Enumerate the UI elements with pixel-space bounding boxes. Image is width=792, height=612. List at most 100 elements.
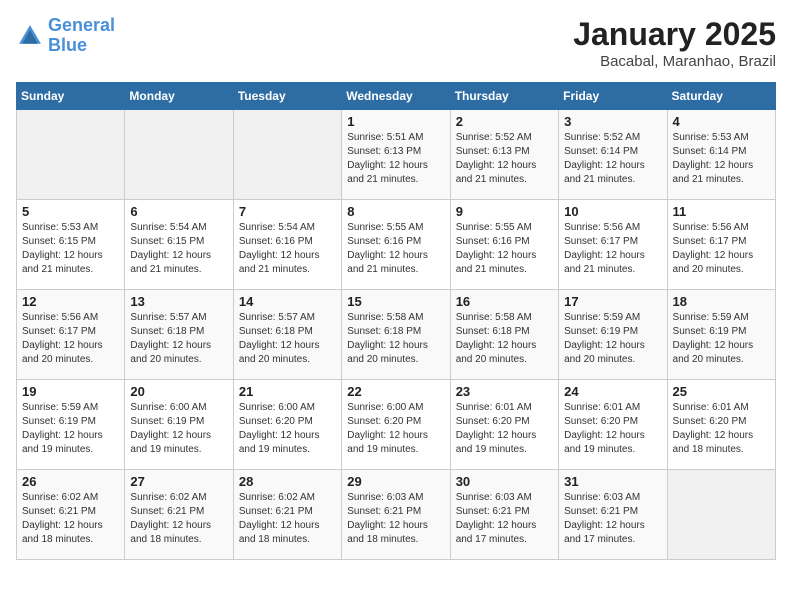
day-number: 29 <box>347 474 444 489</box>
day-info: Sunrise: 6:00 AM Sunset: 6:19 PM Dayligh… <box>130 401 227 457</box>
day-number: 28 <box>239 474 336 489</box>
day-info: Sunrise: 6:02 AM Sunset: 6:21 PM Dayligh… <box>22 491 119 547</box>
day-number: 13 <box>130 294 227 309</box>
day-number: 8 <box>347 204 444 219</box>
calendar-cell: 24 Sunrise: 6:01 AM Sunset: 6:20 PM Dayli… <box>559 380 667 470</box>
calendar-cell: 22Sunrise: 6:00 AM Sunset: 6:20 PM Dayli… <box>342 380 450 470</box>
calendar-cell: 2 Sunrise: 5:52 AM Sunset: 6:13 PM Daylig… <box>450 110 558 200</box>
day-number: 30 <box>456 474 553 489</box>
calendar-cell: 31 Sunrise: 6:03 AM Sunset: 6:21 PM Dayli… <box>559 470 667 560</box>
day-info: Sunrise: 5:56 AM Sunset: 6:17 PM Dayligh… <box>22 311 119 367</box>
day-number: 12 <box>22 294 119 309</box>
calendar-cell: 3 Sunrise: 5:52 AM Sunset: 6:14 PM Daylig… <box>559 110 667 200</box>
day-info: Sunrise: 5:52 AM Sunset: 6:14 PM Dayligh… <box>564 131 661 187</box>
day-number: 6 <box>130 204 227 219</box>
location: Bacabal, Maranhao, Brazil <box>573 53 776 70</box>
day-number: 16 <box>456 294 553 309</box>
calendar-cell <box>17 110 125 200</box>
day-info: Sunrise: 6:00 AM Sunset: 6:20 PM Dayligh… <box>239 401 336 457</box>
day-number: 20 <box>130 384 227 399</box>
calendar-cell: 15 Sunrise: 5:58 AM Sunset: 6:18 PM Dayli… <box>342 290 450 380</box>
calendar-week: 26Sunrise: 6:02 AM Sunset: 6:21 PM Dayli… <box>17 470 776 560</box>
day-info: Sunrise: 5:55 AM Sunset: 6:16 PM Dayligh… <box>347 221 444 277</box>
day-info: Sunrise: 5:59 AM Sunset: 6:19 PM Dayligh… <box>564 311 661 367</box>
day-info: Sunrise: 6:03 AM Sunset: 6:21 PM Dayligh… <box>564 491 661 547</box>
calendar-cell: 26Sunrise: 6:02 AM Sunset: 6:21 PM Dayli… <box>17 470 125 560</box>
day-number: 18 <box>673 294 770 309</box>
day-number: 14 <box>239 294 336 309</box>
day-number: 19 <box>22 384 119 399</box>
calendar-cell: 1 Sunrise: 5:51 AM Sunset: 6:13 PM Daylig… <box>342 110 450 200</box>
calendar-week: 1 Sunrise: 5:51 AM Sunset: 6:13 PM Daylig… <box>17 110 776 200</box>
calendar-cell: 28 Sunrise: 6:02 AM Sunset: 6:21 PM Dayli… <box>233 470 341 560</box>
calendar-cell <box>125 110 233 200</box>
day-number: 5 <box>22 204 119 219</box>
calendar-cell: 16 Sunrise: 5:58 AM Sunset: 6:18 PM Dayli… <box>450 290 558 380</box>
calendar-week: 19 Sunrise: 5:59 AM Sunset: 6:19 PM Dayli… <box>17 380 776 470</box>
calendar-cell: 7 Sunrise: 5:54 AM Sunset: 6:16 PM Daylig… <box>233 200 341 290</box>
calendar-table: SundayMondayTuesdayWednesdayThursdayFrid… <box>16 82 776 560</box>
calendar-cell: 4 Sunrise: 5:53 AM Sunset: 6:14 PM Daylig… <box>667 110 775 200</box>
day-info: Sunrise: 5:53 AM Sunset: 6:14 PM Dayligh… <box>673 131 770 187</box>
day-info: Sunrise: 5:54 AM Sunset: 6:15 PM Dayligh… <box>130 221 227 277</box>
weekday-header: Wednesday <box>342 83 450 110</box>
day-info: Sunrise: 6:00 AM Sunset: 6:20 PM Dayligh… <box>347 401 444 457</box>
day-info: Sunrise: 5:52 AM Sunset: 6:13 PM Dayligh… <box>456 131 553 187</box>
calendar-cell: 9 Sunrise: 5:55 AM Sunset: 6:16 PM Daylig… <box>450 200 558 290</box>
day-number: 31 <box>564 474 661 489</box>
day-number: 9 <box>456 204 553 219</box>
day-info: Sunrise: 5:59 AM Sunset: 6:19 PM Dayligh… <box>22 401 119 457</box>
day-number: 11 <box>673 204 770 219</box>
calendar-cell: 25 Sunrise: 6:01 AM Sunset: 6:20 PM Dayli… <box>667 380 775 470</box>
day-info: Sunrise: 5:57 AM Sunset: 6:18 PM Dayligh… <box>130 311 227 367</box>
day-info: Sunrise: 5:58 AM Sunset: 6:18 PM Dayligh… <box>456 311 553 367</box>
day-number: 10 <box>564 204 661 219</box>
day-info: Sunrise: 6:03 AM Sunset: 6:21 PM Dayligh… <box>456 491 553 547</box>
calendar-cell: 12 Sunrise: 5:56 AM Sunset: 6:17 PM Dayli… <box>17 290 125 380</box>
calendar-cell: 30 Sunrise: 6:03 AM Sunset: 6:21 PM Dayli… <box>450 470 558 560</box>
calendar-header: SundayMondayTuesdayWednesdayThursdayFrid… <box>17 83 776 110</box>
day-number: 4 <box>673 114 770 129</box>
day-info: Sunrise: 5:56 AM Sunset: 6:17 PM Dayligh… <box>564 221 661 277</box>
day-info: Sunrise: 6:01 AM Sunset: 6:20 PM Dayligh… <box>564 401 661 457</box>
day-info: Sunrise: 5:55 AM Sunset: 6:16 PM Dayligh… <box>456 221 553 277</box>
day-info: Sunrise: 5:51 AM Sunset: 6:13 PM Dayligh… <box>347 131 444 187</box>
calendar-cell: 27Sunrise: 6:02 AM Sunset: 6:21 PM Dayli… <box>125 470 233 560</box>
calendar-cell: 21 Sunrise: 6:00 AM Sunset: 6:20 PM Dayli… <box>233 380 341 470</box>
day-number: 1 <box>347 114 444 129</box>
day-number: 21 <box>239 384 336 399</box>
month-title: January 2025 <box>573 16 776 53</box>
calendar-cell: 11 Sunrise: 5:56 AM Sunset: 6:17 PM Dayli… <box>667 200 775 290</box>
calendar-cell <box>233 110 341 200</box>
calendar-cell: 10 Sunrise: 5:56 AM Sunset: 6:17 PM Dayli… <box>559 200 667 290</box>
day-number: 25 <box>673 384 770 399</box>
day-info: Sunrise: 6:02 AM Sunset: 6:21 PM Dayligh… <box>239 491 336 547</box>
day-info: Sunrise: 5:53 AM Sunset: 6:15 PM Dayligh… <box>22 221 119 277</box>
calendar-cell: 14 Sunrise: 5:57 AM Sunset: 6:18 PM Dayli… <box>233 290 341 380</box>
day-info: Sunrise: 5:56 AM Sunset: 6:17 PM Dayligh… <box>673 221 770 277</box>
day-info: Sunrise: 6:03 AM Sunset: 6:21 PM Dayligh… <box>347 491 444 547</box>
logo-icon <box>16 22 44 50</box>
day-number: 2 <box>456 114 553 129</box>
weekday-header: Saturday <box>667 83 775 110</box>
day-number: 17 <box>564 294 661 309</box>
calendar-week: 5 Sunrise: 5:53 AM Sunset: 6:15 PM Daylig… <box>17 200 776 290</box>
calendar-cell <box>667 470 775 560</box>
day-info: Sunrise: 5:54 AM Sunset: 6:16 PM Dayligh… <box>239 221 336 277</box>
weekday-header: Thursday <box>450 83 558 110</box>
logo: General Blue <box>16 16 115 56</box>
day-info: Sunrise: 5:59 AM Sunset: 6:19 PM Dayligh… <box>673 311 770 367</box>
day-info: Sunrise: 5:58 AM Sunset: 6:18 PM Dayligh… <box>347 311 444 367</box>
day-number: 24 <box>564 384 661 399</box>
day-number: 27 <box>130 474 227 489</box>
calendar-cell: 17 Sunrise: 5:59 AM Sunset: 6:19 PM Dayli… <box>559 290 667 380</box>
day-info: Sunrise: 5:57 AM Sunset: 6:18 PM Dayligh… <box>239 311 336 367</box>
calendar-week: 12 Sunrise: 5:56 AM Sunset: 6:17 PM Dayli… <box>17 290 776 380</box>
calendar-cell: 19 Sunrise: 5:59 AM Sunset: 6:19 PM Dayli… <box>17 380 125 470</box>
day-number: 15 <box>347 294 444 309</box>
day-info: Sunrise: 6:01 AM Sunset: 6:20 PM Dayligh… <box>673 401 770 457</box>
day-number: 3 <box>564 114 661 129</box>
day-number: 7 <box>239 204 336 219</box>
calendar-cell: 23Sunrise: 6:01 AM Sunset: 6:20 PM Dayli… <box>450 380 558 470</box>
calendar-cell: 8 Sunrise: 5:55 AM Sunset: 6:16 PM Daylig… <box>342 200 450 290</box>
